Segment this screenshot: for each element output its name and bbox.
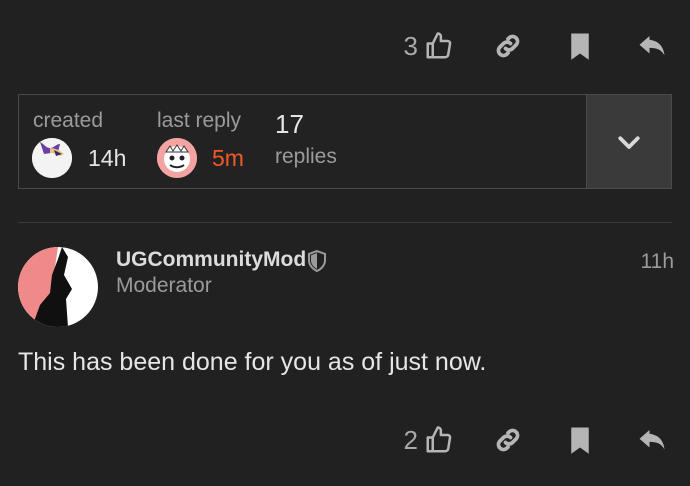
- reply-button[interactable]: [636, 424, 668, 456]
- bookmark-button[interactable]: [564, 424, 596, 456]
- last-replier-avatar[interactable]: [157, 138, 197, 178]
- bookmark-icon: [571, 33, 589, 60]
- like-button[interactable]: 3: [404, 31, 454, 62]
- share-link-button[interactable]: [492, 30, 524, 62]
- avatar-image: [18, 247, 98, 327]
- replies-label: replies: [275, 145, 337, 168]
- reply-icon: [639, 36, 665, 56]
- post-date[interactable]: 11h: [641, 250, 674, 274]
- avatar[interactable]: [18, 247, 98, 327]
- reply-icon: [639, 430, 665, 450]
- share-link-button[interactable]: [492, 424, 524, 456]
- last-reply-time: 5m: [212, 145, 244, 171]
- post-divider: [18, 222, 672, 223]
- like-button[interactable]: 2: [404, 425, 454, 456]
- post-body: This has been done for you as of just no…: [18, 348, 487, 376]
- bookmark-button[interactable]: [564, 30, 596, 62]
- shield-icon: [308, 250, 326, 272]
- bookmark-icon: [571, 427, 589, 454]
- replies-count: 17: [275, 109, 304, 139]
- last-reply-label: last reply: [157, 109, 242, 132]
- first-post-actions: 3: [404, 24, 690, 68]
- topic-map: created 14h last reply 5m 17 replies: [18, 94, 672, 189]
- thumbs-up-icon: [426, 426, 452, 453]
- creator-avatar-image: [32, 138, 72, 178]
- creator-avatar[interactable]: [32, 138, 72, 178]
- post-actions: 2: [404, 418, 690, 462]
- reply-button[interactable]: [636, 30, 668, 62]
- thumbs-up-icon: [426, 32, 452, 59]
- link-icon: [496, 428, 520, 452]
- like-count: 2: [403, 424, 418, 455]
- user-title: Moderator: [116, 274, 212, 297]
- username[interactable]: UGCommunityMod: [116, 248, 306, 272]
- created-time: 14h: [88, 145, 127, 171]
- link-icon: [496, 34, 520, 58]
- chevron-down-icon: [618, 135, 640, 149]
- like-count: 3: [403, 30, 418, 61]
- last-replier-avatar-image: [157, 138, 197, 178]
- expand-topic-map-button[interactable]: [586, 95, 671, 188]
- created-label: created: [33, 109, 104, 132]
